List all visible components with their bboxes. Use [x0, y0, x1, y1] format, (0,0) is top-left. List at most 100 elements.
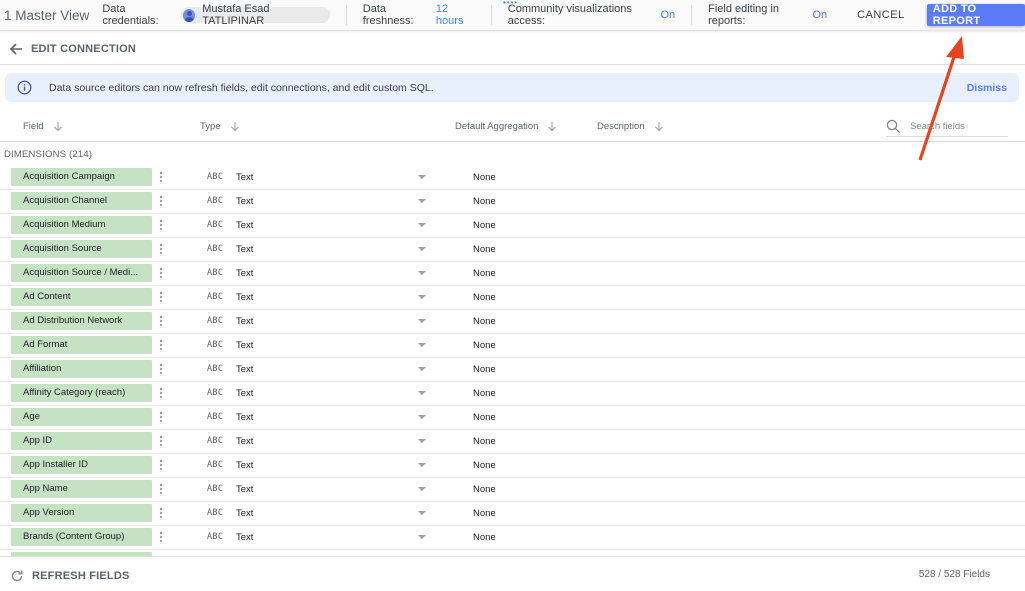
text-type-icon: ABC: [207, 268, 224, 278]
search-fields-input[interactable]: [910, 120, 1006, 132]
aggregation-value: None: [473, 388, 496, 399]
type-value[interactable]: Text: [236, 484, 253, 495]
add-to-report-button[interactable]: ADD TO REPORT: [926, 3, 1025, 27]
dimension-field-chip[interactable]: Ad Distribution Network: [11, 312, 152, 330]
type-value[interactable]: Text: [236, 268, 253, 279]
dismiss-button[interactable]: Dismiss: [967, 82, 1007, 94]
more-options-icon[interactable]: [158, 242, 164, 256]
type-value[interactable]: Text: [236, 220, 253, 231]
dimension-field-chip[interactable]: App Name: [11, 480, 152, 498]
type-dropdown-caret-icon[interactable]: [418, 247, 426, 251]
column-header-aggregation[interactable]: Default Aggregation: [455, 121, 557, 132]
divider: [490, 5, 492, 25]
aggregation-value: None: [473, 508, 496, 519]
more-options-icon[interactable]: [158, 530, 164, 544]
column-header-field[interactable]: Field: [23, 121, 63, 132]
field-list[interactable]: Acquisition Campaign ABC Text None Acquisiti…: [0, 166, 1025, 556]
type-value[interactable]: Text: [236, 388, 253, 399]
type-value[interactable]: Text: [236, 460, 253, 471]
dimension-field-chip[interactable]: App ID: [11, 432, 152, 450]
refresh-fields-button[interactable]: REFRESH FIELDS: [10, 569, 130, 583]
dimension-field-chip[interactable]: Acquisition Source / Medi...: [11, 264, 152, 282]
type-dropdown-caret-icon[interactable]: [418, 223, 426, 227]
type-value[interactable]: Text: [236, 340, 253, 351]
more-options-icon[interactable]: [158, 194, 164, 208]
table-row: Acquisition Channel ABC Text None: [0, 190, 1025, 214]
credentials-label: Data credentials:: [102, 3, 159, 27]
type-dropdown-caret-icon[interactable]: [418, 271, 426, 275]
dimension-field-chip[interactable]: Age: [11, 408, 152, 426]
more-options-icon[interactable]: [158, 266, 164, 280]
dimension-field-chip[interactable]: Ad Format: [11, 336, 152, 354]
type-value[interactable]: Text: [236, 532, 253, 543]
more-options-icon[interactable]: [158, 506, 164, 520]
more-options-icon[interactable]: [158, 458, 164, 472]
banner-message: Data source editors can now refresh fiel…: [49, 81, 434, 94]
type-value[interactable]: Text: [236, 172, 253, 183]
type-value[interactable]: Text: [236, 196, 253, 207]
more-options-icon[interactable]: [158, 410, 164, 424]
aggregation-value: None: [473, 172, 496, 183]
type-value[interactable]: Text: [236, 244, 253, 255]
more-options-icon[interactable]: [158, 290, 164, 304]
column-header-type[interactable]: Type: [200, 121, 240, 132]
type-dropdown-caret-icon[interactable]: [418, 343, 426, 347]
text-type-icon: ABC: [207, 220, 224, 230]
field-editing-value-link[interactable]: On: [812, 9, 827, 21]
type-dropdown-caret-icon[interactable]: [418, 295, 426, 299]
type-dropdown-caret-icon[interactable]: [418, 319, 426, 323]
more-options-icon[interactable]: [158, 386, 164, 400]
back-arrow-icon[interactable]: [9, 42, 23, 56]
search-icon: [886, 119, 901, 133]
type-dropdown-caret-icon[interactable]: [418, 439, 426, 443]
type-dropdown-caret-icon[interactable]: [418, 487, 426, 491]
community-viz-value-link[interactable]: On: [661, 9, 676, 21]
type-dropdown-caret-icon[interactable]: [418, 199, 426, 203]
aggregation-value: None: [473, 484, 496, 495]
more-options-icon[interactable]: [158, 434, 164, 448]
type-value[interactable]: Text: [236, 364, 253, 375]
dimension-field-chip[interactable]: Affinity Category (reach): [11, 384, 152, 402]
cancel-button[interactable]: CANCEL: [857, 9, 905, 21]
type-value[interactable]: Text: [236, 316, 253, 327]
type-dropdown-caret-icon[interactable]: [418, 367, 426, 371]
type-dropdown-caret-icon[interactable]: [418, 391, 426, 395]
more-options-icon[interactable]: [158, 482, 164, 496]
text-type-icon: ABC: [207, 460, 224, 470]
drag-handle-dots-icon[interactable]: ••••: [503, 0, 518, 7]
type-dropdown-caret-icon[interactable]: [418, 415, 426, 419]
dimension-field-chip[interactable]: Acquisition Source: [11, 240, 152, 258]
more-options-icon[interactable]: [158, 362, 164, 376]
table-row: Brands (Content Group) ABC Text None: [0, 526, 1025, 550]
data-source-title[interactable]: 1 Master View: [4, 8, 102, 23]
type-value[interactable]: Text: [236, 508, 253, 519]
text-type-icon: ABC: [207, 172, 224, 182]
type-dropdown-caret-icon[interactable]: [418, 175, 426, 179]
community-viz-label: Community visualizations access:: [507, 3, 632, 27]
dimension-field-chip[interactable]: Acquisition Campaign: [11, 168, 152, 186]
type-dropdown-caret-icon[interactable]: [418, 511, 426, 515]
edit-connection-link[interactable]: EDIT CONNECTION: [31, 43, 136, 55]
type-value[interactable]: Text: [236, 436, 253, 447]
dimension-field-chip[interactable]: Acquisition Medium: [11, 216, 152, 234]
dimension-field-chip[interactable]: Brands (Content Group): [11, 528, 152, 546]
dimension-field-chip[interactable]: App Installer ID: [11, 456, 152, 474]
type-value[interactable]: Text: [236, 292, 253, 303]
aggregation-value: None: [473, 220, 496, 231]
credentials-user-chip[interactable]: Mustafa Esad TATLIPINAR: [181, 3, 330, 27]
column-header-description[interactable]: Description: [597, 121, 664, 132]
text-type-icon: ABC: [207, 508, 224, 518]
type-dropdown-caret-icon[interactable]: [418, 463, 426, 467]
freshness-value-link[interactable]: 12 hours: [436, 3, 475, 27]
dimension-field-chip[interactable]: Ad Content: [11, 288, 152, 306]
dimension-field-chip[interactable]: App Version: [11, 504, 152, 522]
more-options-icon[interactable]: [158, 338, 164, 352]
type-dropdown-caret-icon[interactable]: [418, 535, 426, 539]
more-options-icon[interactable]: [158, 314, 164, 328]
dimension-field-chip[interactable]: Acquisition Channel: [11, 192, 152, 210]
info-icon: [17, 80, 32, 95]
more-options-icon[interactable]: [158, 170, 164, 184]
type-value[interactable]: Text: [236, 412, 253, 423]
dimension-field-chip[interactable]: Affiliation: [11, 360, 152, 378]
more-options-icon[interactable]: [158, 218, 164, 232]
